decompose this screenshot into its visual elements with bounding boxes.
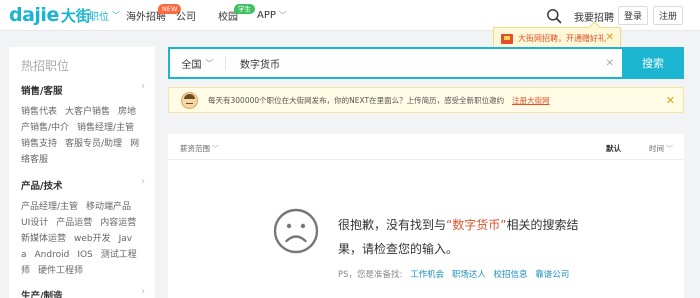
keyword-input[interactable]: 数字货币 xyxy=(240,56,606,71)
student-badge: 学生 xyxy=(234,4,255,14)
chevron-down-icon: ﹀ xyxy=(278,11,287,20)
job-search-bar: 全国 ﹀ 数字货币 ✕ 搜索 xyxy=(168,47,684,79)
login-button[interactable]: 登录 xyxy=(618,6,648,25)
chevron-down-icon: ﹀ xyxy=(212,145,219,153)
register-link[interactable]: 注册大街网 xyxy=(512,95,550,106)
sidebar-job-link[interactable]: IOS xyxy=(77,250,92,260)
sidebar-category-product-tech: 产品/技术 › 产品经理/主管 移动端产品 UI设计 产品运营 内容运营新媒体运营 web… xyxy=(21,176,149,279)
results-panel: 薪资范围 ﹀ 默认 时间 ﹀ 很抱歉，没有找到与“数字货币”相关的搜索结果，请检查您… xyxy=(168,134,684,298)
sort-time[interactable]: 时间 ﹀ xyxy=(649,143,673,154)
nav-companies[interactable]: 公司 xyxy=(176,0,196,31)
search-icon[interactable] xyxy=(546,8,562,24)
nav-app[interactable]: APP ﹀ xyxy=(257,0,287,31)
chevron-right-icon[interactable]: › xyxy=(141,81,145,92)
category-item-list: 销售代表 大客户销售 房地产销售/中介 销售经理/主管销售支持 客服专员/助理 网络客服 xyxy=(21,104,145,168)
sidebar-job-link[interactable]: 销售支持 xyxy=(21,139,57,149)
nav-jobs[interactable]: 职位 ﹀ xyxy=(89,0,120,31)
notice-text: 每天有300000个职位在大街网发布，你的NEXT在里面么？上传简历，感受全新职… xyxy=(208,95,505,105)
sad-face-icon xyxy=(273,208,319,254)
dajie-logo[interactable]: dajie 大街 xyxy=(9,4,91,26)
sidebar-job-link[interactable]: UI设计 xyxy=(21,218,48,228)
sidebar-title: 热招职位 xyxy=(21,59,70,73)
sidebar-job-link[interactable]: 销售经理/主管 xyxy=(77,123,134,133)
sidebar-job-link[interactable]: 大客户销售 xyxy=(65,107,110,117)
chevron-right-icon[interactable]: › xyxy=(141,286,145,297)
sidebar-job-link[interactable]: web开发 xyxy=(74,234,111,244)
empty-results: 很抱歉，没有找到与“数字货币”相关的搜索结果，请检查您的输入。 PS，您是准备找… xyxy=(168,160,684,298)
sidebar-category-sales: 销售/客服 › 销售代表 大客户销售 房地产销售/中介 销售经理/主管销售支持 客服专员… xyxy=(21,81,149,168)
register-notice-banner: 每天有300000个职位在大街网发布，你的NEXT在里面么？上传简历，感受全新职… xyxy=(168,87,684,113)
suggestion-link[interactable]: 校招信息 xyxy=(494,270,528,280)
category-item-list: 产品经理/主管 移动端产品UI设计 产品运营 内容运营新媒体运营 web开发 Java An… xyxy=(21,199,145,279)
city-selector[interactable]: 全国 ﹀ xyxy=(170,56,226,71)
search-suggestions: PS，您是准备找: 工作机会 职场达人 校招信息 靠谱公司 xyxy=(338,270,570,280)
search-button[interactable]: 搜索 xyxy=(622,47,684,79)
category-title[interactable]: 生产/制造 xyxy=(21,288,149,298)
category-title[interactable]: 销售/客服 xyxy=(21,83,149,97)
clear-icon[interactable]: ✕ xyxy=(606,58,614,69)
category-title[interactable]: 产品/技术 xyxy=(21,178,149,192)
hot-jobs-sidebar: 热招职位 销售/客服 › 销售代表 大客户销售 房地产销售/中介 销售经理/主管销售支… xyxy=(9,47,155,298)
chevron-right-icon[interactable]: › xyxy=(141,176,145,187)
chevron-down-icon: ﹀ xyxy=(666,145,673,153)
empty-message: 很抱歉，没有找到与“数字货币”相关的搜索结果，请检查您的输入。 xyxy=(338,218,579,256)
sidebar-job-link[interactable]: 新媒体运营 xyxy=(21,234,66,244)
sort-default[interactable]: 默认 xyxy=(606,143,621,154)
avatar-icon xyxy=(181,91,198,109)
sidebar-job-link[interactable]: 产品经理/主管 xyxy=(21,202,78,212)
chevron-down-icon: ﹀ xyxy=(205,58,214,68)
sidebar-job-link[interactable]: Android xyxy=(35,250,70,260)
salary-filter[interactable]: 薪资范围 ﹀ xyxy=(180,143,219,154)
sidebar-job-link[interactable]: 硬件工程师 xyxy=(38,266,83,276)
chevron-down-icon: ﹀ xyxy=(112,11,120,20)
suggestion-link[interactable]: 靠谱公司 xyxy=(535,270,569,280)
sidebar-job-link[interactable]: 产品运营 xyxy=(56,218,92,228)
close-icon[interactable]: ✕ xyxy=(606,32,614,43)
sidebar-category-manufacturing: 生产/制造 › xyxy=(21,286,149,298)
search-box: 全国 ﹀ 数字货币 ✕ xyxy=(168,47,622,79)
filter-bar: 薪资范围 ﹀ 默认 时间 ﹀ xyxy=(168,134,684,160)
suggestion-link[interactable]: 工作机会 xyxy=(410,270,444,280)
suggestion-link[interactable]: 职场达人 xyxy=(452,270,486,280)
sidebar-job-link[interactable]: 销售代表 xyxy=(21,107,57,117)
sidebar-job-link[interactable]: 移动端产品 xyxy=(86,202,131,212)
sidebar-job-link[interactable]: 内容运营 xyxy=(100,218,136,228)
sidebar-job-link[interactable]: 客服专员/助理 xyxy=(65,139,122,149)
close-icon[interactable]: ✕ xyxy=(666,94,675,107)
gift-envelope-icon xyxy=(501,33,513,44)
register-button[interactable]: 注册 xyxy=(653,6,683,25)
